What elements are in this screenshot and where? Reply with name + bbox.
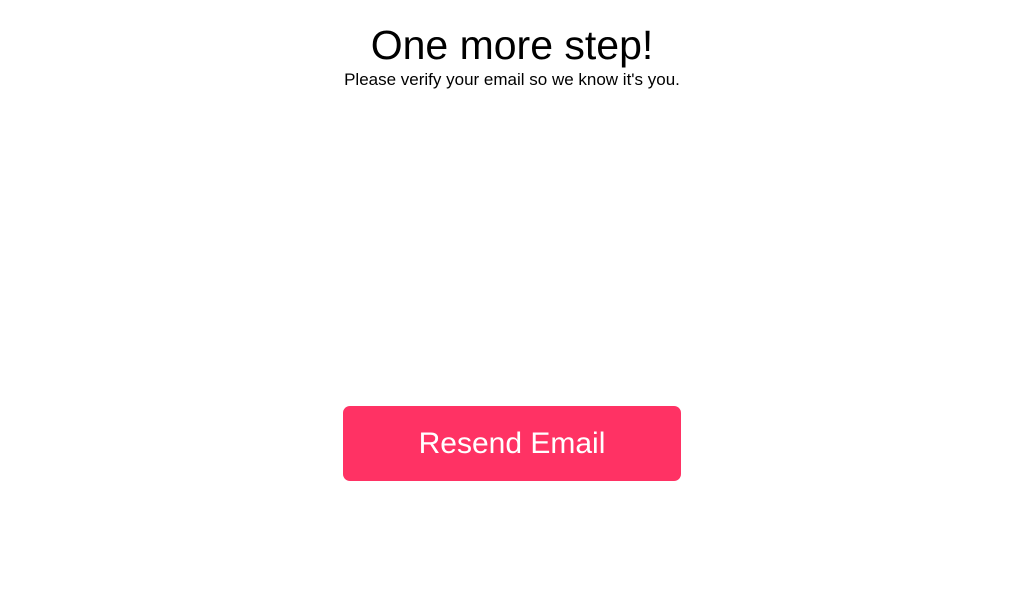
resend-email-button[interactable]: Resend Email [343,406,681,481]
verify-email-page: One more step! Please verify your email … [0,0,1024,600]
page-subtitle: Please verify your email so we know it's… [344,70,680,89]
page-title: One more step! [370,22,654,68]
